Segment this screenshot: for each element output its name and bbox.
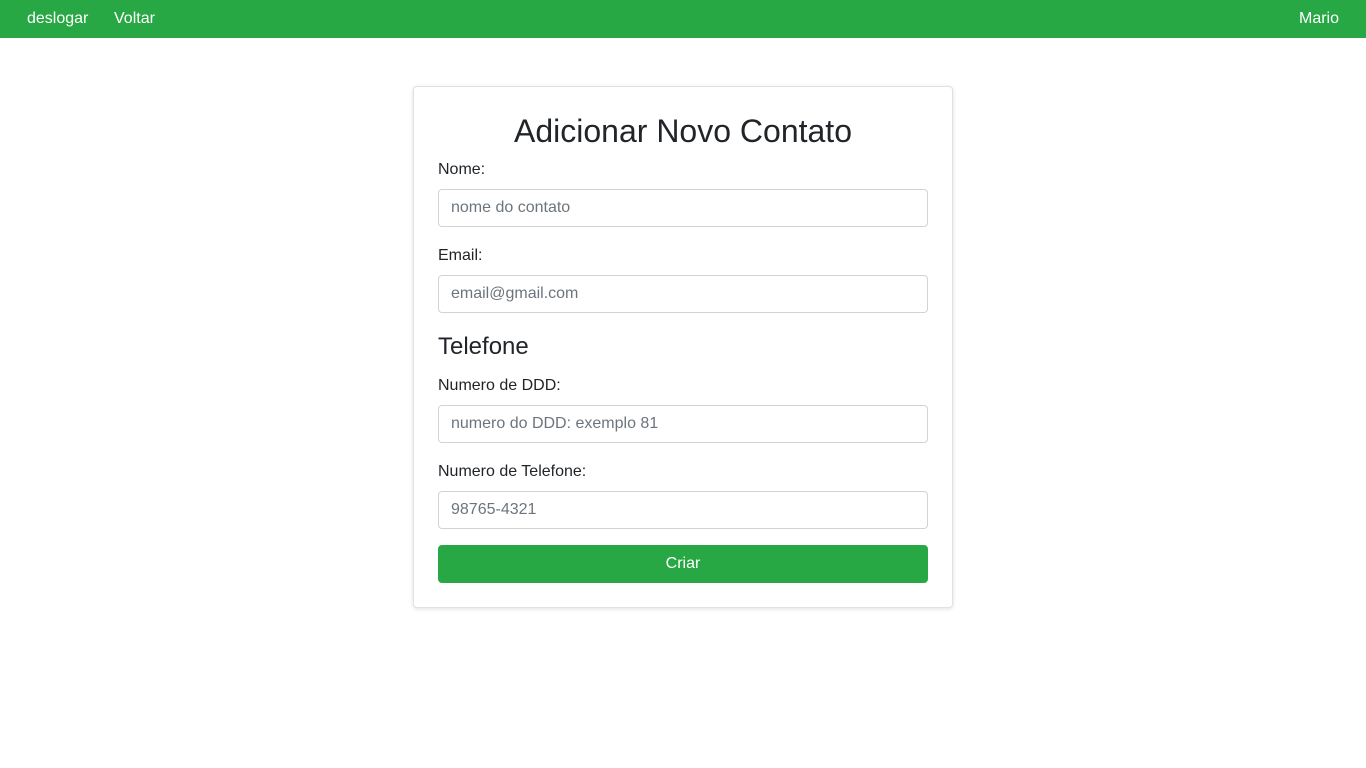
add-contact-card: Adicionar Novo Contato Nome: Email: Tele… (413, 86, 953, 608)
page-title: Adicionar Novo Contato (514, 113, 852, 149)
email-label: Email: (438, 247, 483, 264)
user-name-link[interactable]: Mario (1299, 0, 1339, 38)
phone-label: Numero de Telefone: (438, 463, 587, 480)
create-button[interactable]: Criar (438, 545, 928, 583)
top-navbar: deslogar Voltar Mario (0, 0, 1366, 38)
email-input[interactable] (438, 275, 928, 313)
name-input[interactable] (438, 189, 928, 227)
phone-section-title: Telefone (438, 333, 529, 360)
phone-input[interactable] (438, 491, 928, 529)
back-link[interactable]: Voltar (114, 0, 155, 38)
ddd-label: Numero de DDD: (438, 377, 561, 394)
logout-link[interactable]: deslogar (27, 0, 88, 38)
ddd-input[interactable] (438, 405, 928, 443)
name-label: Nome: (438, 161, 486, 178)
